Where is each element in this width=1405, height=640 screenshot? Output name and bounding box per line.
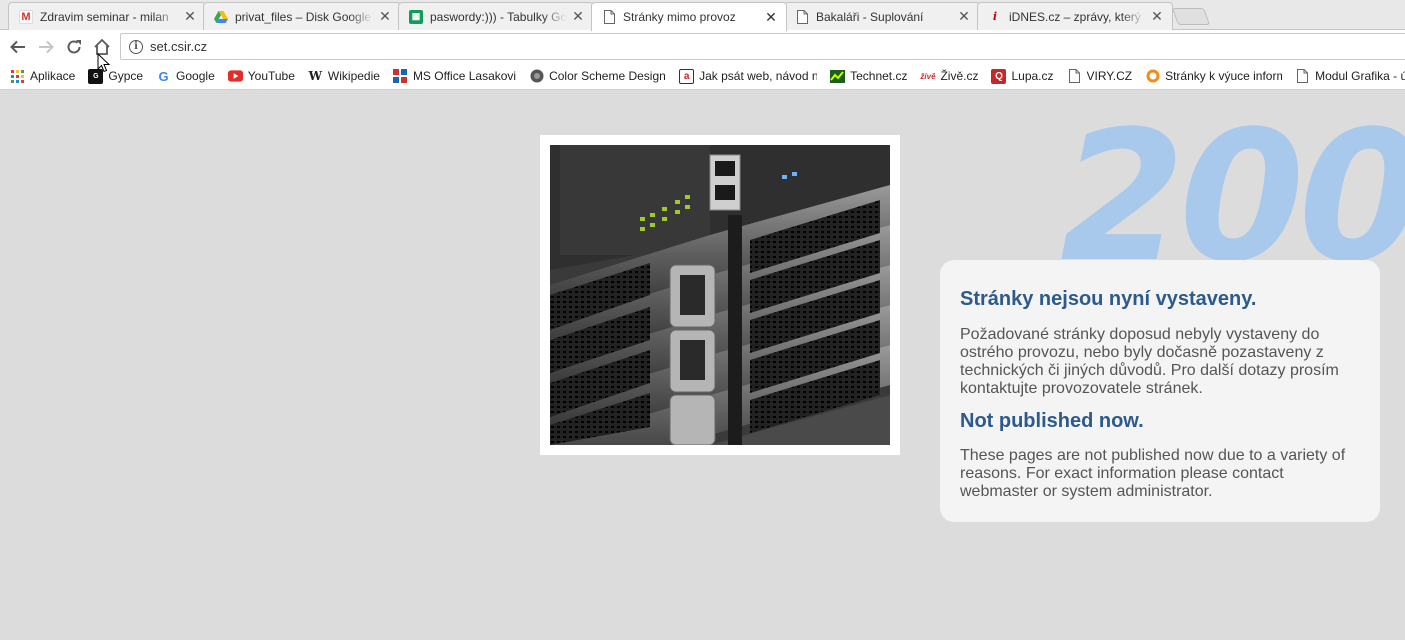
youtube-icon bbox=[227, 69, 243, 84]
tab-google-drive[interactable]: privat_files – Disk Google ✕ bbox=[203, 2, 401, 30]
bookmark-stranky-k-vyuce[interactable]: Stránky k výuce inform bbox=[1145, 69, 1282, 84]
bookmark-label: Wikipedie bbox=[327, 69, 380, 83]
bookmark-label: Color Scheme Designe bbox=[549, 69, 667, 83]
address-url: set.csir.cz bbox=[150, 39, 208, 54]
zive-icon: živě bbox=[920, 71, 936, 81]
tab-title: Stránky mimo provoz bbox=[623, 10, 736, 24]
text-czech: Požadované stránky doposud nebyly vystav… bbox=[960, 326, 1339, 397]
ms-office-icon bbox=[393, 69, 408, 84]
tab-title: Zdravim seminar - milan bbox=[40, 9, 169, 24]
bookmarks-bar: Aplikace G Gypce G Google YouTube W Wiki… bbox=[0, 63, 1405, 90]
tab-bakalari[interactable]: Bakaláři - Suplování ✕ bbox=[784, 2, 980, 30]
bookmark-google[interactable]: G Google bbox=[156, 68, 215, 84]
color-scheme-icon bbox=[529, 69, 544, 84]
close-icon[interactable]: ✕ bbox=[1150, 8, 1164, 25]
bookmark-aplikace[interactable]: Aplikace bbox=[10, 69, 75, 84]
forward-button[interactable] bbox=[32, 33, 60, 61]
bookmark-technet[interactable]: Technet.cz bbox=[830, 69, 907, 84]
tab-title: paswordy:))) - Tabulky Go bbox=[430, 9, 567, 24]
page-icon bbox=[1067, 69, 1082, 84]
bookmark-label: Živě.cz bbox=[940, 69, 979, 83]
server-photo-frame bbox=[540, 135, 900, 455]
page-icon bbox=[1295, 69, 1310, 84]
arrow-right-icon bbox=[39, 40, 54, 53]
bookmark-ms-office-lasakovi[interactable]: MS Office Lasakovi bbox=[393, 69, 516, 84]
close-icon[interactable]: ✕ bbox=[183, 8, 197, 25]
tab-stranky-mimo-provoz[interactable]: Stránky mimo provoz ✕ bbox=[591, 2, 787, 31]
gmail-icon: M bbox=[19, 9, 33, 24]
reload-button[interactable] bbox=[60, 33, 88, 61]
mouse-cursor-icon bbox=[97, 53, 111, 73]
bookmark-label: Google bbox=[176, 69, 215, 83]
google-sheets-icon: ▦ bbox=[409, 9, 423, 24]
tab-google-sheets[interactable]: ▦ paswordy:))) - Tabulky Go ✕ bbox=[398, 2, 594, 30]
google-drive-icon bbox=[214, 10, 228, 24]
bookmark-label: YouTube bbox=[247, 69, 295, 83]
bookmark-label: Aplikace bbox=[30, 69, 76, 83]
bookmark-modul-grafika[interactable]: Modul Grafika - úvo bbox=[1295, 69, 1405, 84]
wikipedia-icon: W bbox=[308, 69, 323, 83]
bookmark-zive[interactable]: živě Živě.cz bbox=[920, 69, 978, 84]
vyuka-icon bbox=[1145, 69, 1160, 84]
browser-toolbar: i set.csir.cz bbox=[0, 30, 1405, 63]
tab-title: privat_files – Disk Google bbox=[235, 9, 372, 24]
bookmark-jak-psat-web[interactable]: a Jak psát web, návod n bbox=[679, 68, 818, 84]
back-button[interactable] bbox=[4, 33, 32, 61]
apps-grid-icon bbox=[10, 69, 25, 84]
reload-icon bbox=[67, 39, 81, 53]
tab-gmail[interactable]: M Zdravim seminar - milan ✕ bbox=[8, 2, 206, 30]
bookmark-label: Lupa.cz bbox=[1011, 69, 1054, 83]
heading-english: Not published now. bbox=[960, 410, 1144, 432]
close-icon[interactable]: ✕ bbox=[957, 8, 971, 25]
tab-idnes[interactable]: i iDNES.cz – zprávy, který ✕ bbox=[977, 2, 1173, 30]
tab-title: iDNES.cz – zprávy, který bbox=[1009, 9, 1141, 24]
tab-title: Bakaláři - Suplování bbox=[816, 9, 924, 24]
heading-czech: Stránky nejsou nyní vystaveny. bbox=[960, 288, 1257, 310]
lupa-icon: Q bbox=[991, 68, 1007, 84]
jak-psat-web-icon: a bbox=[679, 68, 695, 84]
arrow-left-icon bbox=[10, 40, 25, 53]
new-tab-button[interactable] bbox=[1171, 8, 1211, 25]
bookmark-color-scheme-designer[interactable]: Color Scheme Designe bbox=[529, 69, 666, 84]
info-icon[interactable]: i bbox=[129, 39, 143, 54]
google-icon: G bbox=[158, 68, 169, 84]
tab-strip: M Zdravim seminar - milan ✕ privat_files… bbox=[0, 0, 1405, 31]
server-rack-photo bbox=[550, 145, 890, 445]
bookmark-label: Stránky k výuce inform bbox=[1165, 69, 1283, 83]
close-icon[interactable]: ✕ bbox=[571, 8, 585, 25]
bookmark-label: VIRY.CZ bbox=[1086, 69, 1133, 83]
bookmark-label: Modul Grafika - úvo bbox=[1315, 69, 1405, 83]
close-icon[interactable]: ✕ bbox=[378, 8, 392, 25]
technet-icon bbox=[830, 69, 846, 84]
page-icon bbox=[602, 10, 616, 24]
bookmark-youtube[interactable]: YouTube bbox=[227, 69, 295, 84]
bookmark-viry[interactable]: VIRY.CZ bbox=[1067, 69, 1133, 84]
close-icon[interactable]: ✕ bbox=[764, 9, 778, 26]
idnes-icon: i bbox=[992, 10, 998, 23]
page-icon bbox=[795, 9, 809, 24]
bookmark-wikipedie[interactable]: W Wikipedie bbox=[308, 69, 380, 84]
page-content: 200 Stránky nejsou nyní vystaveny. Požad… bbox=[0, 90, 1405, 640]
bookmark-label: Jak psát web, návod n bbox=[699, 69, 818, 83]
message-card: Stránky nejsou nyní vystaveny. Požadovan… bbox=[940, 260, 1380, 522]
bookmark-label: Gypce bbox=[108, 69, 144, 83]
bookmark-label: MS Office Lasakovi bbox=[412, 69, 517, 83]
text-english: These pages are not published now due to… bbox=[960, 447, 1346, 500]
bookmark-label: Technet.cz bbox=[850, 69, 908, 83]
bookmark-lupa[interactable]: Q Lupa.cz bbox=[991, 68, 1054, 84]
address-bar[interactable]: i set.csir.cz bbox=[120, 33, 1405, 60]
